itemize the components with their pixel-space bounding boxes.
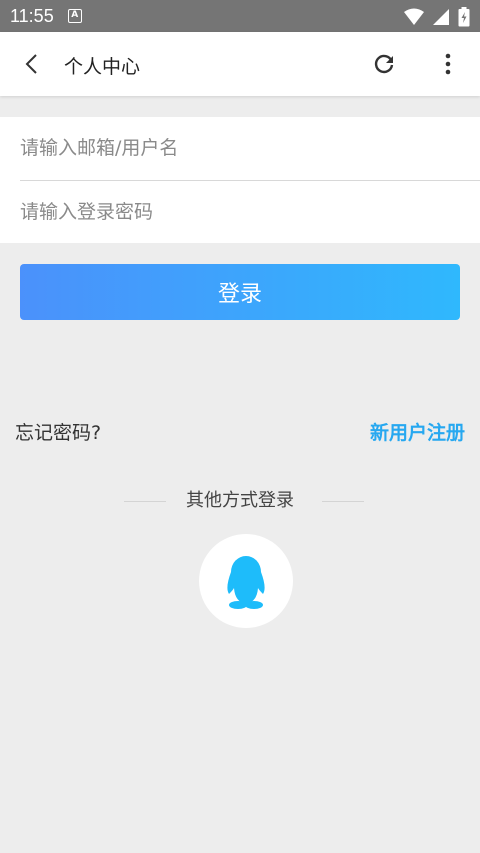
other-login-label: 其他方式登录 <box>186 490 294 511</box>
page-title: 个人中心 <box>64 56 141 78</box>
battery-icon <box>458 7 470 27</box>
forgot-password-link[interactable]: 忘记密码? <box>15 418 101 445</box>
back-button[interactable] <box>18 50 46 78</box>
divider-right <box>322 501 364 502</box>
notification-icon: A <box>67 9 82 23</box>
wifi-icon <box>404 8 424 25</box>
status-time: 11:55 <box>10 5 54 26</box>
app-bar: 个人中心 <box>0 32 480 96</box>
password-input[interactable] <box>20 181 480 243</box>
login-form <box>0 117 480 243</box>
login-button[interactable]: 登录 <box>20 264 460 320</box>
refresh-button[interactable] <box>370 50 398 78</box>
email-username-input[interactable] <box>20 117 480 179</box>
qq-penguin-icon <box>227 556 265 609</box>
back-arrow-icon <box>25 54 37 74</box>
status-bar: 11:55 A <box>0 0 480 32</box>
more-vert-icon <box>445 53 451 75</box>
qq-login-button[interactable] <box>199 534 293 628</box>
signal-icon <box>433 9 449 25</box>
register-link[interactable]: 新用户注册 <box>370 418 465 445</box>
other-login-section: 其他方式登录 <box>0 484 480 514</box>
status-icons <box>404 7 470 27</box>
more-options-button[interactable] <box>434 50 462 78</box>
refresh-icon <box>374 54 394 74</box>
